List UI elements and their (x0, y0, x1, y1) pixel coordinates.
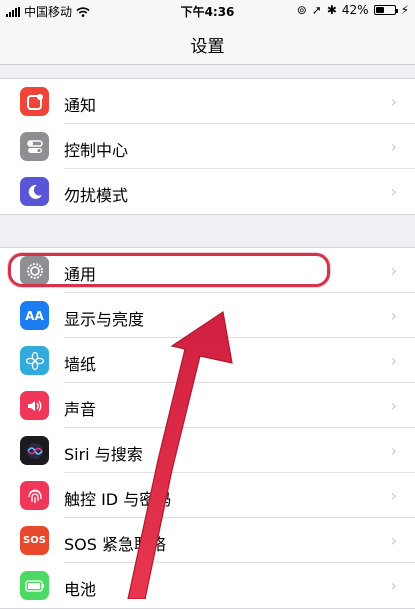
settings-row-display-brightness[interactable]: AA 显示与亮度 › (0, 293, 415, 338)
page-title: 设置 (190, 37, 225, 57)
location-icon: ➚ (311, 3, 322, 17)
do-not-disturb-icon (20, 177, 49, 206)
settings-row-emergency-sos[interactable]: SOS SOS 紧急联络 › (0, 518, 415, 563)
touch-id-icon (20, 481, 49, 510)
settings-row-battery[interactable]: 电池 › (0, 563, 415, 608)
chevron-right-icon: › (390, 137, 397, 156)
settings-row-label: 电池 (64, 580, 97, 599)
wallpaper-icon (20, 346, 49, 375)
notifications-icon (20, 87, 49, 116)
control-center-icon (20, 132, 49, 161)
settings-row-label: 控制中心 (64, 141, 129, 160)
settings-group-2: 通用 › AA 显示与亮度 › 墙纸 › 声音 › Siri 与搜索 › 触控 … (0, 247, 415, 609)
settings-row-wallpaper[interactable]: 墙纸 › (0, 338, 415, 383)
battery-level (375, 7, 384, 13)
highlight-annotation (8, 253, 330, 287)
settings-row-label: 显示与亮度 (64, 310, 145, 329)
chevron-right-icon: › (390, 92, 397, 111)
orientation-lock-icon: ⊚ (296, 3, 307, 17)
battery-icon (20, 571, 49, 600)
chevron-right-icon: › (390, 351, 397, 370)
chevron-right-icon: › (390, 261, 397, 280)
chevron-right-icon: › (390, 576, 397, 595)
settings-row-label: Siri 与搜索 (64, 445, 143, 464)
bluetooth-icon: ✱ (326, 3, 337, 17)
charging-icon: ⚡ (400, 3, 409, 17)
chevron-right-icon: › (390, 396, 397, 415)
settings-row-label: SOS 紧急联络 (64, 535, 166, 554)
settings-row-label: 触控 ID 与密码 (64, 490, 172, 509)
settings-row-label: 勿扰模式 (64, 186, 129, 205)
settings-group-1: 通知 › 控制中心 › 勿扰模式 › (0, 78, 415, 215)
settings-row-label: 声音 (64, 400, 97, 419)
sos-icon: SOS (20, 526, 49, 555)
navigation-bar: 设置 (0, 20, 415, 65)
chevron-right-icon: › (390, 486, 397, 505)
sound-icon (20, 391, 49, 420)
chevron-right-icon: › (390, 182, 397, 201)
battery-percent: 42% (341, 3, 369, 17)
settings-row-control-center[interactable]: 控制中心 › (0, 124, 415, 169)
settings-row-label: 通知 (64, 96, 97, 115)
settings-row-label: 墙纸 (64, 355, 97, 374)
chevron-right-icon: › (390, 306, 397, 325)
settings-row-siri-search[interactable]: Siri 与搜索 › (0, 428, 415, 473)
settings-row-touch-id-passcode[interactable]: 触控 ID 与密码 › (0, 473, 415, 518)
chevron-right-icon: › (390, 441, 397, 460)
siri-icon (20, 436, 49, 465)
settings-row-do-not-disturb[interactable]: 勿扰模式 › (0, 169, 415, 214)
battery-indicator-icon (373, 5, 398, 15)
status-right: ⊚ ➚ ✱ 42% ⚡ (297, 3, 409, 17)
status-bar: 中国移动 下午4:36 ⊚ ➚ ✱ 42% ⚡ (0, 0, 415, 20)
settings-row-notifications[interactable]: 通知 › (0, 79, 415, 124)
chevron-right-icon: › (390, 531, 397, 550)
settings-row-sounds[interactable]: 声音 › (0, 383, 415, 428)
display-brightness-icon: AA (20, 301, 49, 330)
